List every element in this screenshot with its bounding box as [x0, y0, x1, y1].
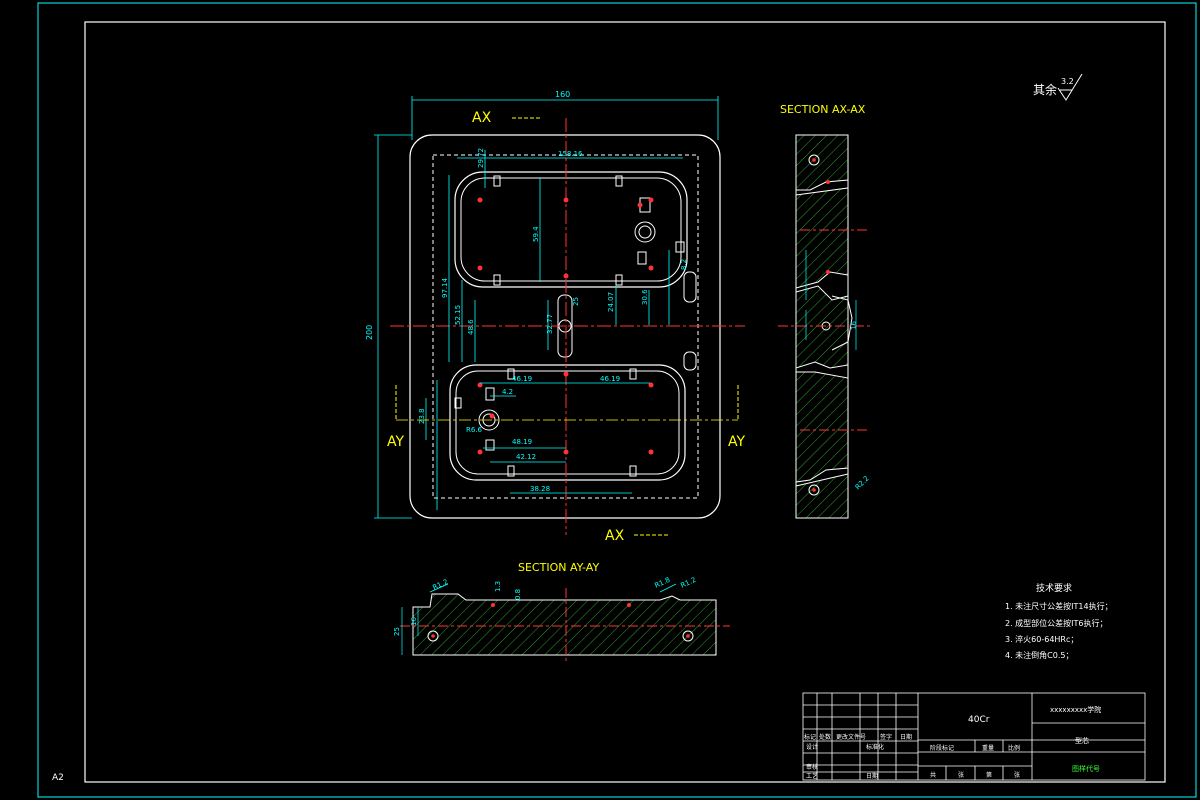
tech-requirement-item: 1. 未注尺寸公差按IT14执行； [1005, 601, 1113, 611]
dim-d9: 32.77 [546, 314, 554, 334]
section-marker-ay-left: AY [387, 434, 404, 450]
title-block-total: 共 [930, 771, 936, 779]
upper-boss-inner [638, 225, 652, 239]
title-block-header-mark: 标记 [804, 733, 816, 741]
title-block-school: xxxxxxxxx学院 [1050, 705, 1101, 714]
inner-border [84, 21, 1166, 783]
title-block-stage: 阶段标记 [930, 744, 954, 752]
lower-cavity-inner [455, 370, 680, 475]
dim-inner-width: 158.16 [558, 150, 583, 158]
top-dim-lines [374, 96, 719, 519]
section-ay-dim-r1: R1.2 [431, 578, 449, 592]
tech-requirement-item: 4. 未注倒角C0.5； [1005, 650, 1073, 660]
section-ay-dim-r3: R1.2 [679, 576, 697, 590]
tech-requirement-item: 2. 成型部位公差按IT6执行； [1005, 618, 1108, 628]
title-block-weight: 重量 [982, 744, 994, 752]
dim-d17: 42.12 [516, 453, 536, 461]
dim-d15: R6.6 [466, 426, 483, 434]
title-block-standardization: 标准化 [866, 743, 884, 751]
dim-d6: 48.6 [467, 319, 475, 335]
dim-d8: 24.07 [607, 292, 615, 312]
section-ay-title: SECTION AY-AY [518, 561, 599, 574]
dim-d16: 48.19 [512, 438, 532, 446]
dim-overall-width: 160 [555, 90, 570, 99]
title-block-no: 第 [986, 771, 992, 779]
roughness-value: 3.2 [1061, 77, 1074, 86]
dim-d7: 30.6 [641, 289, 649, 305]
sheet-size-label: A2 [52, 773, 64, 783]
section-ay-dim-height: 25 [393, 627, 401, 636]
roughness-label: 其余 [1033, 82, 1057, 97]
dim-d2: 59.4 [532, 226, 540, 242]
title-block-part-name: 型芯 [1075, 736, 1089, 745]
section-ay-dim-edge: 0.8 [514, 589, 522, 600]
title-block-header-date: 日期 [900, 733, 912, 741]
dim-d3: 8.2 [680, 259, 688, 270]
title-block-header-sign: 签字 [880, 733, 892, 741]
section-ay-view: 25 16 R1.2 1.3 0.8 R1.8 R1.2 [393, 576, 730, 662]
section-ax-title: SECTION AX-AX [780, 103, 866, 116]
title-block-sheets: 张 [958, 771, 964, 779]
dim-d1: 29.72 [477, 148, 485, 168]
right-post-top [683, 271, 697, 303]
right-post-bottom [683, 351, 697, 371]
title-block-drawing-no: 图样代号 [1072, 764, 1100, 773]
title-block-design: 设计 [806, 743, 818, 751]
upper-tabs [493, 175, 685, 286]
title-block-sheet: 张 [1014, 771, 1020, 779]
dim-d18: 38.28 [530, 485, 550, 493]
dim-d13: 4.2 [502, 388, 513, 396]
section-marker-ax-bottom: AX [605, 528, 625, 544]
title-block-scale: 比例 [1008, 744, 1020, 752]
outer-border [37, 2, 1197, 798]
title-block-review: 审核 [806, 763, 818, 771]
section-ay-dim-step: 1.3 [494, 581, 502, 592]
dim-overall-height: 200 [365, 325, 374, 340]
section-ay-dim-hole: 16 [410, 617, 418, 626]
dim-d12: 46.19 [600, 375, 620, 383]
title-block-date: 日期 [866, 772, 878, 780]
top-view: AX AX AY AY 160 158.16 200 29.72 59.4 8.… [365, 90, 745, 544]
tech-requirement-item: 3. 淬火60-64HRc； [1005, 634, 1078, 644]
upper-cavity-inner [460, 177, 682, 282]
dim-d4: 97.14 [441, 277, 449, 298]
section-ax-view: 16 R2.2 [778, 134, 871, 519]
dim-d5: 52.15 [454, 305, 462, 325]
section-ax-dim-depth: 16 [850, 321, 858, 330]
cad-drawing-canvas: A2 其余 3.2 AX AX AY AY 160 158.16 200 29.… [37, 2, 1197, 798]
title-block-header-doc: 更改文件号 [836, 733, 866, 741]
section-ax-dim-radius: R2.2 [854, 474, 871, 491]
dim-d11: 46.19 [512, 375, 532, 383]
upper-boss [634, 221, 656, 243]
dim-d14: 23.8 [418, 408, 426, 424]
lower-cavity [449, 364, 686, 481]
title-block-process: 工艺 [806, 772, 818, 780]
section-marker-ay-right: AY [728, 434, 745, 450]
title-block-header-count: 处数 [819, 733, 831, 741]
dim-d10: 25 [572, 297, 580, 306]
section-marker-ax-top: AX [472, 110, 492, 126]
tech-requirements-title: 技术要求 [1036, 582, 1072, 594]
tech-requirements: 技术要求 1. 未注尺寸公差按IT14执行； 2. 成型部位公差按IT6执行； … [1005, 582, 1113, 660]
title-block-material: 40Cr [968, 715, 990, 725]
